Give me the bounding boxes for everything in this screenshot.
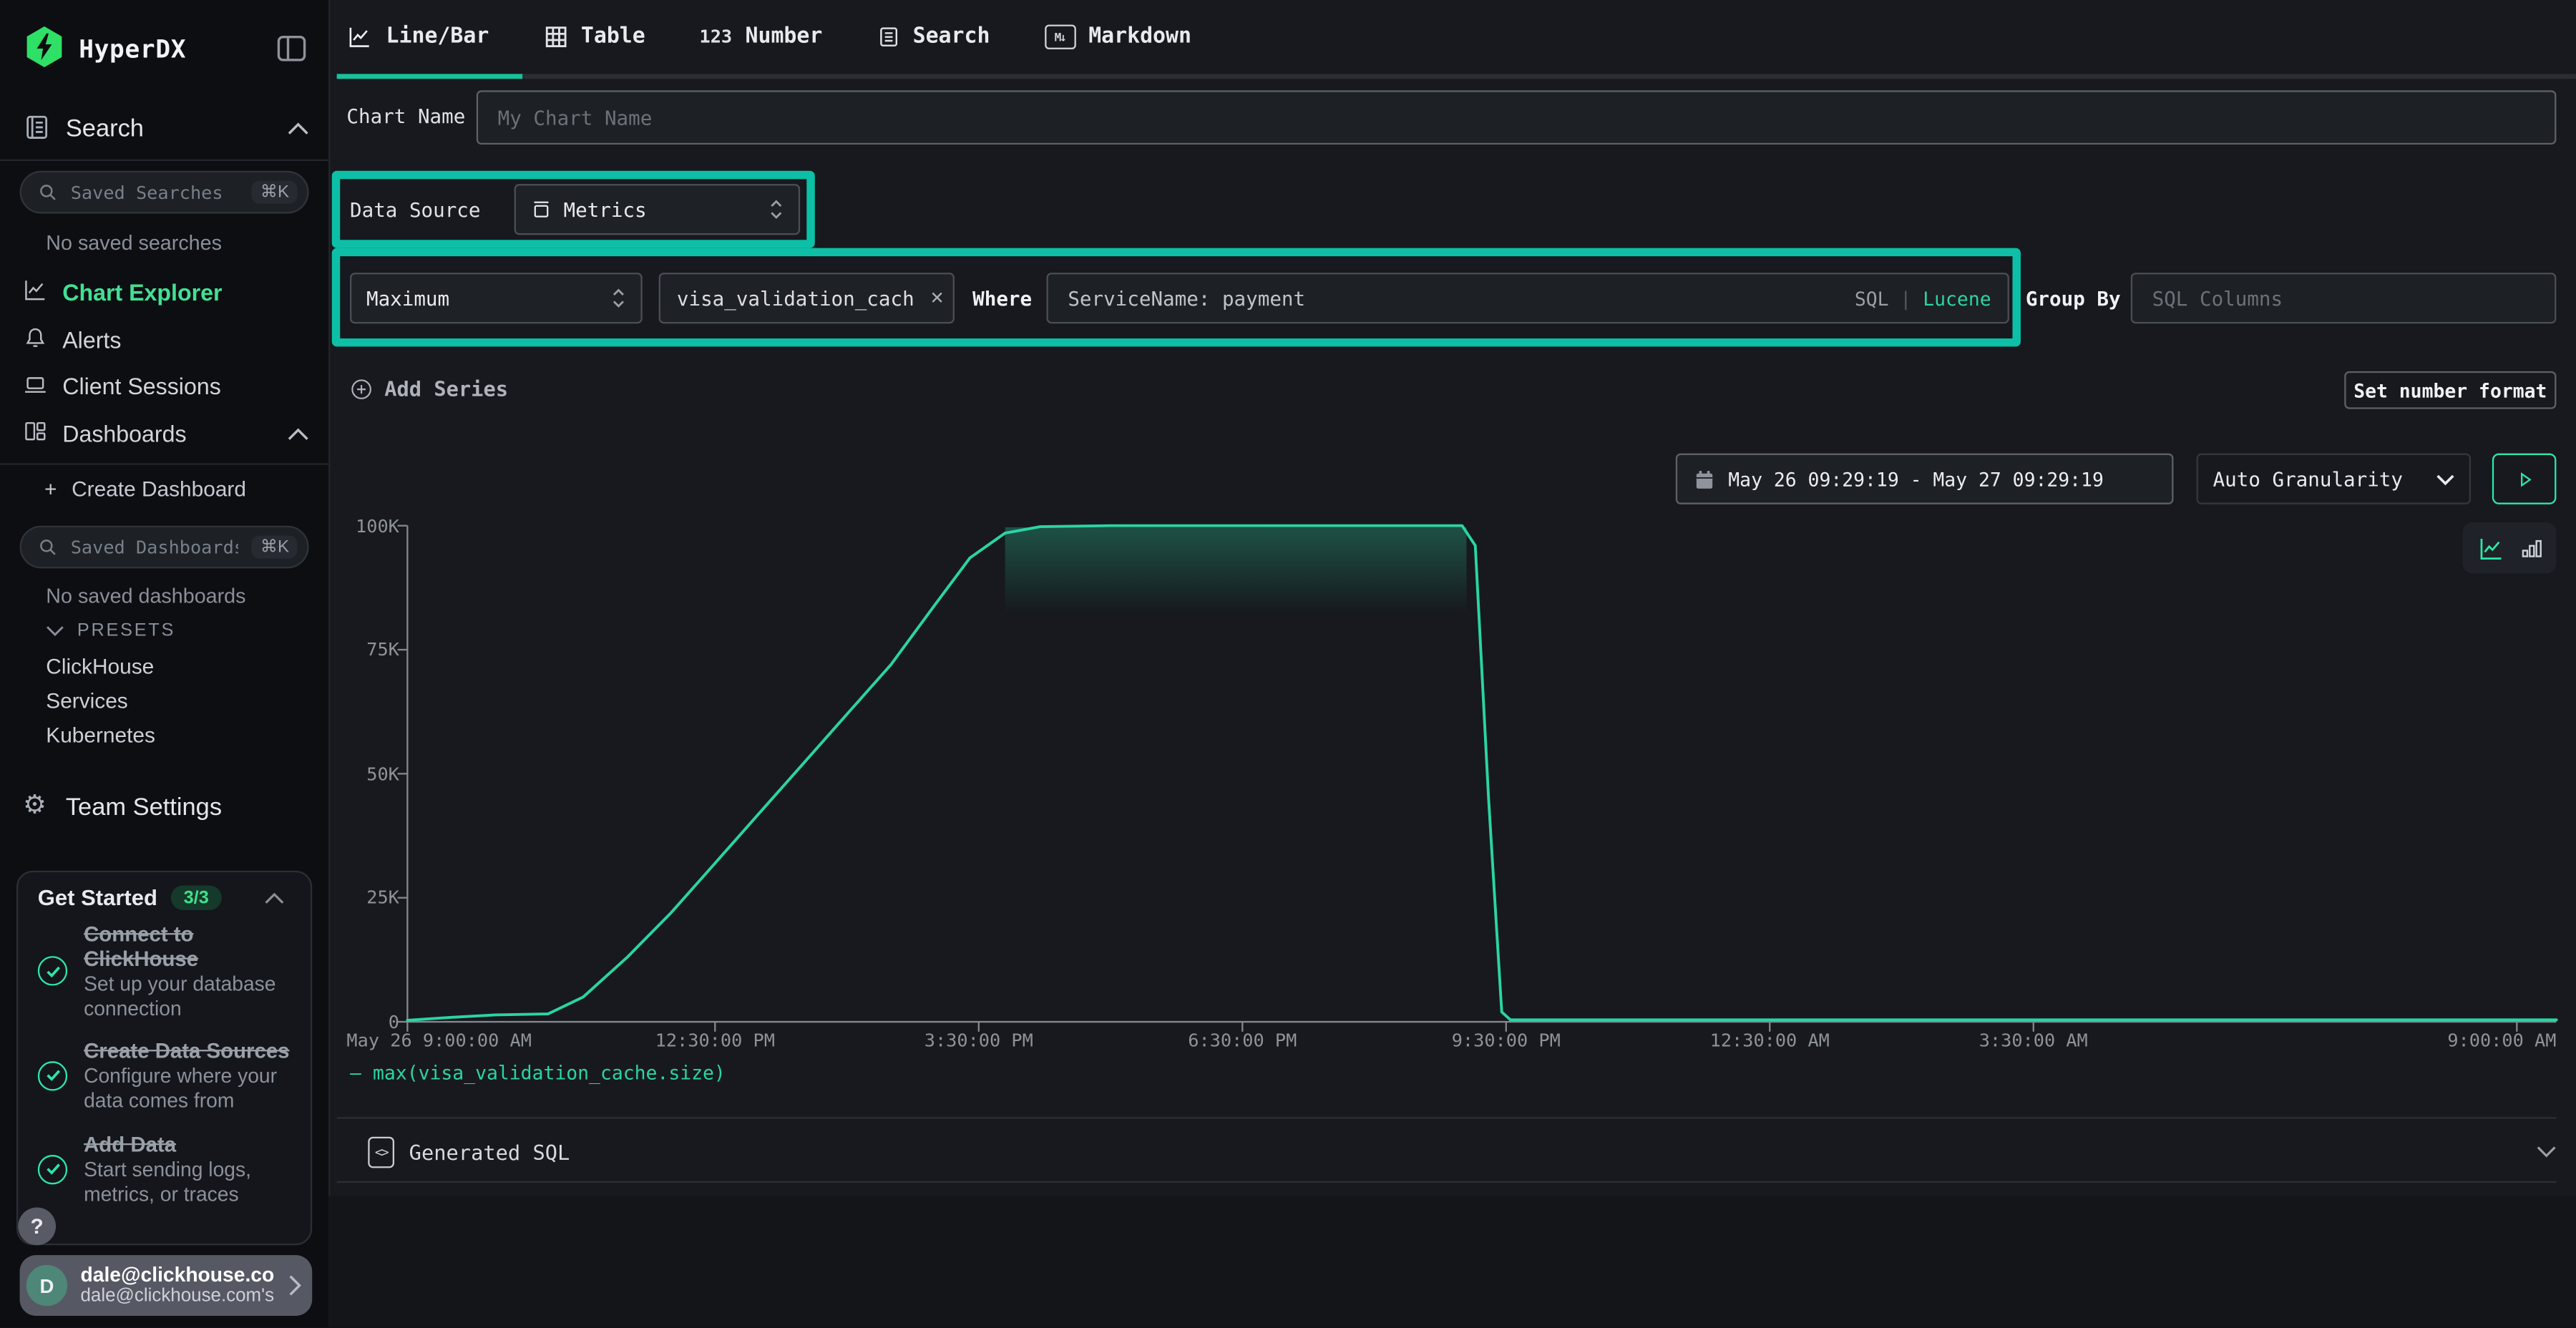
app-window: HyperDX Search ⌘K No saved searches [0,0,2576,1327]
content-footer [328,1196,2576,1327]
timeseries-chart[interactable] [0,0,2576,1327]
y-tick-label: 100K [333,515,399,537]
y-tick-label: 25K [333,887,399,909]
chart-area-glow [1005,527,1467,612]
x-tick-label: 6:30:00 PM [1188,1030,1297,1052]
legend-series-name: max(visa_validation_cache.size) [373,1061,726,1084]
generated-sql-label: Generated SQL [409,1139,2522,1163]
chevron-down-icon [2537,1145,2557,1158]
x-tick-label: May 26 9:00:00 AM [346,1030,532,1052]
legend-swatch: — [350,1061,361,1084]
generated-sql-toggle[interactable]: <> Generated SQL [368,1131,2556,1173]
y-tick-label: 50K [333,763,399,784]
x-tick-label: 3:30:00 AM [1979,1030,2088,1052]
divider [337,1117,2557,1118]
y-tick-label: 0 [333,1011,399,1032]
divider [337,1181,2557,1183]
chart-legend[interactable]: — max(visa_validation_cache.size) [350,1061,726,1084]
x-tick-label: 3:30:00 PM [924,1030,1033,1052]
y-tick-label: 75K [333,639,399,660]
x-tick-label: 12:30:00 AM [1710,1030,1830,1052]
series-line [407,526,2556,1020]
x-tick-label: 9:00:00 AM [2447,1030,2556,1052]
x-tick-label: 12:30:00 PM [655,1030,775,1052]
x-tick-label: 9:30:00 PM [1452,1030,1561,1052]
code-icon: <> [368,1136,394,1168]
